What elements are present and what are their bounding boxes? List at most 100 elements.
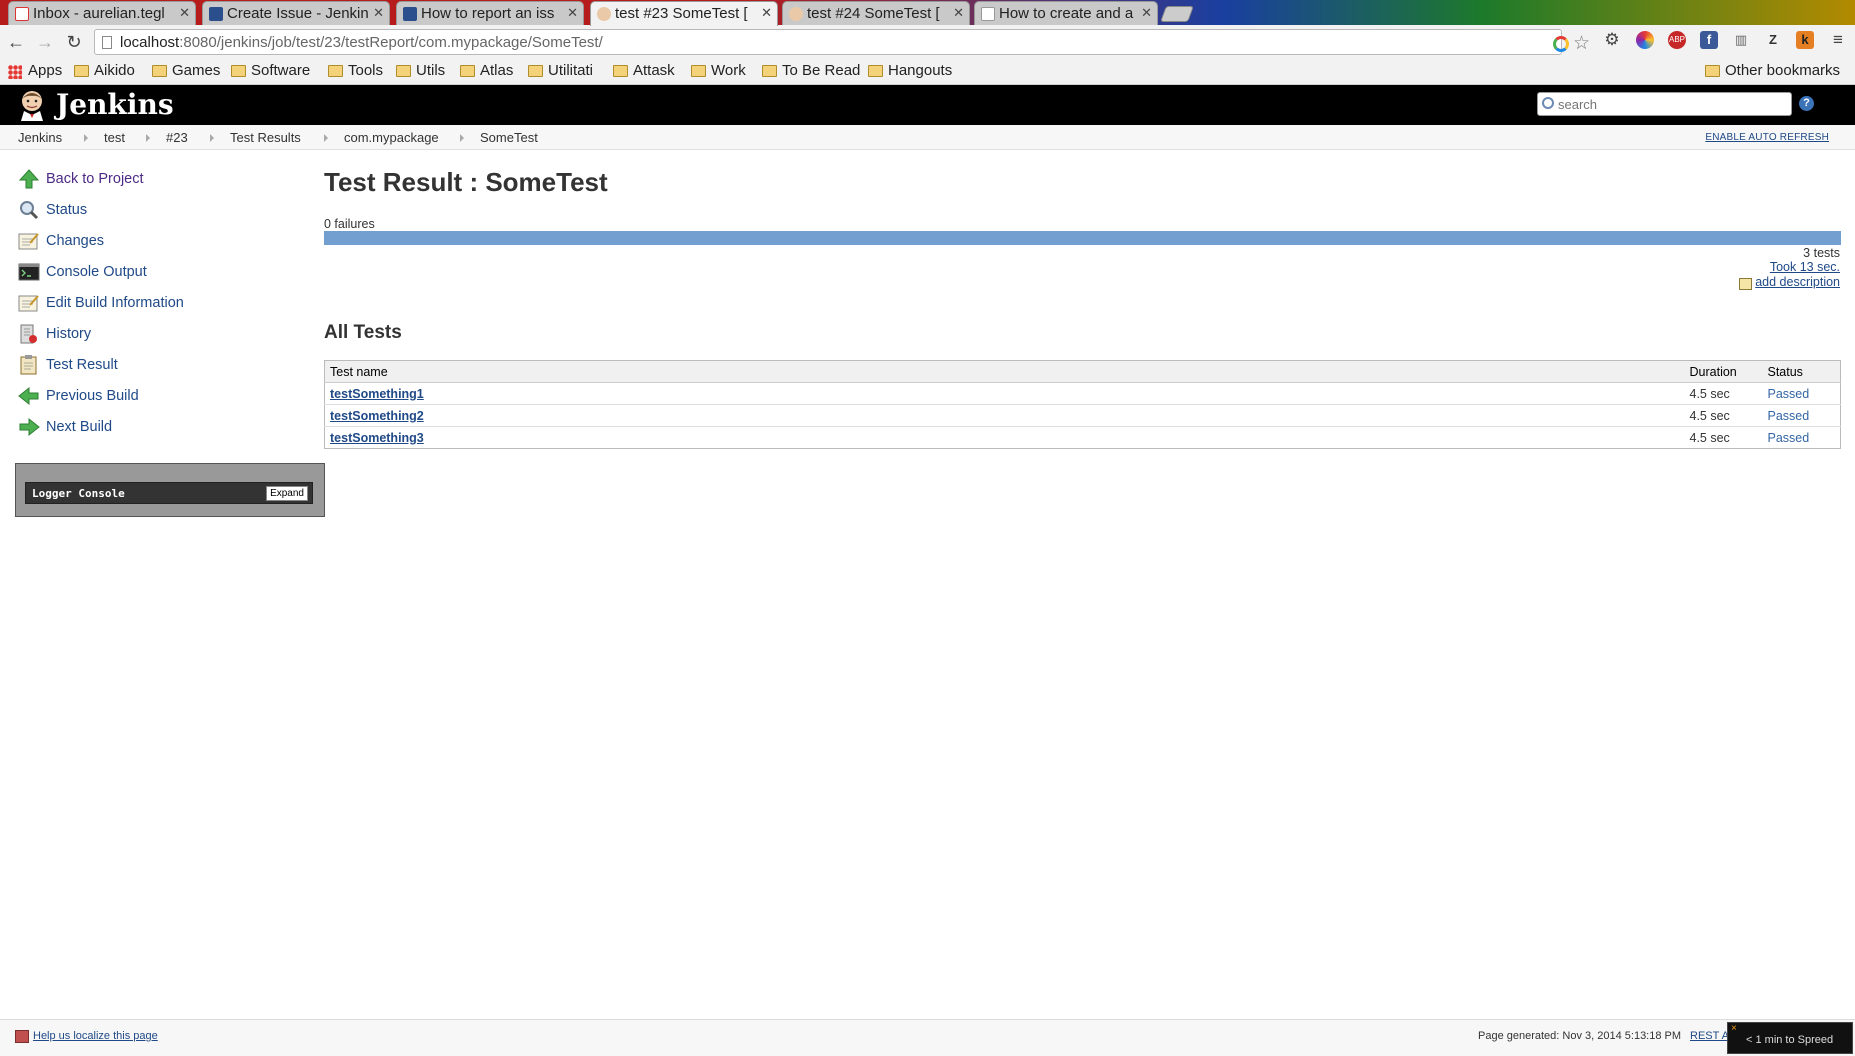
folder-icon xyxy=(328,65,343,77)
breadcrumb-test[interactable]: test xyxy=(104,130,125,145)
test-link[interactable]: testSomething1 xyxy=(330,387,424,401)
logger-console-bar: Logger Console Expand xyxy=(25,482,313,504)
test-progress-bar xyxy=(324,231,1841,245)
browser-tab-how-to-report[interactable]: How to report an iss ✕ xyxy=(396,1,584,25)
bookmark-to-be-read[interactable]: To Be Read xyxy=(762,62,860,79)
column-header-duration[interactable]: Duration xyxy=(1684,360,1763,383)
logger-console-label: Logger Console xyxy=(32,487,125,500)
close-tab-icon[interactable]: ✕ xyxy=(567,5,578,21)
color-picker-icon[interactable] xyxy=(1553,36,1569,52)
sidebar-item-label: Previous Build xyxy=(46,388,139,404)
folder-icon xyxy=(460,65,475,77)
took-duration-link[interactable]: Took 13 sec. xyxy=(1770,260,1840,274)
browser-tab-test-23[interactable]: test #23 SomeTest [ ✕ xyxy=(590,1,778,26)
sidebar-item-label: Status xyxy=(46,202,88,218)
folder-icon xyxy=(396,65,411,77)
close-tab-icon[interactable]: ✕ xyxy=(761,5,772,21)
enable-auto-refresh-link[interactable]: ENABLE AUTO REFRESH xyxy=(1705,132,1829,143)
logger-console: Logger Console Expand xyxy=(15,463,325,517)
extension-icon[interactable] xyxy=(1636,31,1654,49)
help-icon[interactable]: ? xyxy=(1799,96,1814,111)
notepad-icon xyxy=(1739,278,1753,290)
bookmark-other[interactable]: Other bookmarks xyxy=(1705,62,1840,79)
search-input[interactable] xyxy=(1558,95,1788,113)
bookmark-tools[interactable]: Tools xyxy=(328,62,383,79)
close-icon[interactable]: × xyxy=(1731,1023,1737,1034)
breadcrumb-build-23[interactable]: #23 xyxy=(166,130,188,145)
zotero-icon[interactable]: Z xyxy=(1764,31,1782,49)
new-tab-button[interactable] xyxy=(1160,6,1194,22)
close-tab-icon[interactable]: ✕ xyxy=(179,5,190,21)
localization-icon xyxy=(15,1030,29,1043)
bookmark-utilitati[interactable]: Utilitati xyxy=(528,62,593,79)
breadcrumb-package[interactable]: com.mypackage xyxy=(344,130,439,145)
jenkins-favicon-icon xyxy=(789,7,803,21)
table-row: testSomething3 4.5 sec Passed xyxy=(324,426,1841,449)
k-extension-icon[interactable]: k xyxy=(1796,31,1814,49)
test-link[interactable]: testSomething3 xyxy=(330,431,424,445)
sidebar-item-label: Next Build xyxy=(46,419,113,435)
folder-icon xyxy=(1705,65,1720,77)
column-header-test-name[interactable]: Test name xyxy=(324,360,1685,383)
duration-cell: 4.5 sec xyxy=(1684,426,1763,449)
breadcrumb-separator-icon[interactable] xyxy=(146,134,150,142)
localize-link[interactable]: Help us localize this page xyxy=(15,1030,158,1043)
browser-tab-gmail[interactable]: Inbox - aurelian.tegl ✕ xyxy=(8,1,196,25)
jenkins-butler-icon[interactable] xyxy=(17,89,47,121)
browser-tab-create-issue[interactable]: Create Issue - Jenkin ✕ xyxy=(202,1,390,25)
jenkins-favicon-icon xyxy=(597,7,611,21)
breadcrumb-separator-icon[interactable] xyxy=(210,134,214,142)
facebook-icon[interactable]: f xyxy=(1700,31,1718,49)
apps-grid-icon xyxy=(8,65,22,79)
breadcrumb-separator-icon[interactable] xyxy=(84,134,88,142)
bookmark-attask[interactable]: Attask xyxy=(613,62,675,79)
test-link[interactable]: testSomething2 xyxy=(330,409,424,423)
column-header-status[interactable]: Status xyxy=(1762,360,1841,383)
tests-table: Test name Duration Status testSomething1… xyxy=(324,360,1841,449)
sidebar-item-label: Edit Build Information xyxy=(46,295,184,311)
adblock-icon[interactable]: ABP xyxy=(1668,31,1686,49)
browser-tab-how-to-create[interactable]: How to create and a ✕ xyxy=(974,1,1158,25)
bookmark-software[interactable]: Software xyxy=(231,62,310,79)
close-tab-icon[interactable]: ✕ xyxy=(1141,5,1152,21)
breadcrumb-separator-icon[interactable] xyxy=(324,134,328,142)
bookmark-work[interactable]: Work xyxy=(691,62,746,79)
bookmark-games[interactable]: Games xyxy=(152,62,220,79)
gear-icon[interactable]: ⚙ xyxy=(1603,31,1621,49)
breadcrumb-test-results[interactable]: Test Results xyxy=(230,130,301,145)
close-tab-icon[interactable]: ✕ xyxy=(373,5,384,21)
breadcrumb-jenkins[interactable]: Jenkins xyxy=(18,130,62,145)
jenkins-header: Jenkins ? xyxy=(0,85,1855,125)
rest-api-link[interactable]: REST A xyxy=(1690,1030,1729,1042)
page-title: Test Result : SomeTest xyxy=(324,167,608,197)
bookmark-hangouts[interactable]: Hangouts xyxy=(868,62,952,79)
localize-label: Help us localize this page xyxy=(33,1030,158,1042)
history-icon xyxy=(20,324,37,344)
bookmark-utils[interactable]: Utils xyxy=(396,62,445,79)
close-tab-icon[interactable]: ✕ xyxy=(953,5,964,21)
browser-tab-test-24[interactable]: test #24 SomeTest [ ✕ xyxy=(782,1,970,25)
forward-arrow-icon[interactable]: → xyxy=(33,30,57,54)
all-tests-heading: All Tests xyxy=(324,322,402,343)
breadcrumb-separator-icon[interactable] xyxy=(460,134,464,142)
jenkins-title[interactable]: Jenkins xyxy=(56,88,174,121)
breadcrumb-sometest[interactable]: SomeTest xyxy=(480,130,538,145)
address-bar[interactable]: localhost:8080/jenkins/job/test/23/testR… xyxy=(94,29,1590,55)
back-arrow-icon[interactable]: ← xyxy=(4,30,28,54)
add-description-link[interactable]: add description xyxy=(1739,275,1840,290)
star-icon[interactable]: ☆ xyxy=(1573,32,1590,54)
expand-button[interactable]: Expand xyxy=(266,486,308,501)
breadcrumb: Jenkins test #23 Test Results com.mypack… xyxy=(0,125,1855,150)
bookmark-apps[interactable]: Apps xyxy=(8,62,62,79)
notification-toast[interactable]: × < 1 min to Spreed xyxy=(1727,1022,1853,1054)
bookmark-atlas[interactable]: Atlas xyxy=(460,62,513,79)
terminal-icon xyxy=(18,263,40,281)
bookmark-aikido[interactable]: Aikido xyxy=(74,62,135,79)
books-icon[interactable]: ▥ xyxy=(1732,31,1750,49)
search-box[interactable] xyxy=(1537,92,1792,116)
reload-icon[interactable]: ↻ xyxy=(62,30,86,54)
menu-icon[interactable]: ≡ xyxy=(1829,31,1847,49)
folder-icon xyxy=(691,65,706,77)
status-cell: Passed xyxy=(1762,426,1841,449)
magnifier-icon xyxy=(20,201,39,220)
